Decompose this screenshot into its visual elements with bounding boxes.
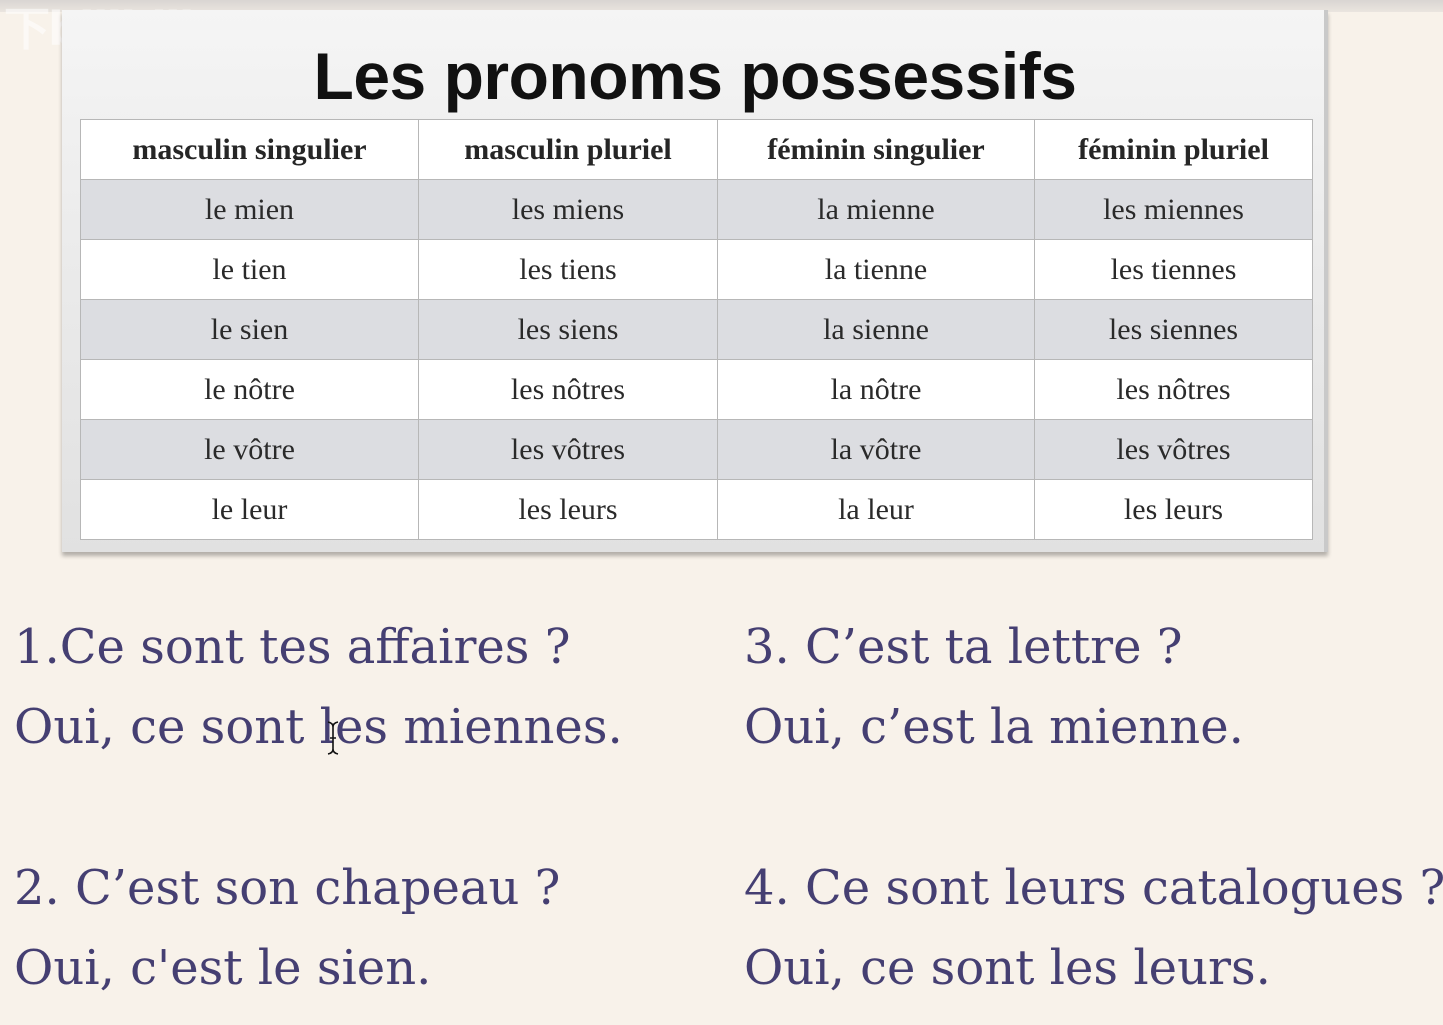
exercise-question: 4. Ce sont leurs catalogues ? [744, 860, 1443, 916]
exercise-answer: Oui, ce sont les leurs. [744, 940, 1271, 996]
exercise-question: 2. C’est son chapeau ? [14, 860, 561, 916]
header-feminin-pluriel: féminin pluriel [1034, 119, 1313, 180]
table-cell: les nôtres [418, 359, 718, 420]
table-cell: les nôtres [1034, 359, 1313, 420]
table-cell: les siens [418, 299, 718, 360]
table-cell: les miennes [1034, 179, 1313, 240]
exercise-3: 3. C’est ta lettre ? Oui, c’est la mienn… [744, 617, 1244, 757]
table-cell: les leurs [1034, 479, 1313, 540]
table-cell: les leurs [418, 479, 718, 540]
table-header-row: masculin singulier masculin pluriel fémi… [80, 119, 1313, 180]
slide-panel: Les pronoms possessifs masculin singulie… [62, 10, 1328, 552]
table-row: le vôtre les vôtres la vôtre les vôtres [80, 419, 1313, 480]
table-cell: la sienne [717, 299, 1035, 360]
table-cell: les tiennes [1034, 239, 1313, 300]
table-row: le leur les leurs la leur les leurs [80, 479, 1313, 540]
exercise-answer: Oui, c’est la mienne. [744, 699, 1244, 755]
table-cell: les miens [418, 179, 718, 240]
table-cell: la leur [717, 479, 1035, 540]
exercise-question: 1.Ce sont tes affaires ? [14, 619, 571, 675]
table-cell: la tienne [717, 239, 1035, 300]
exercise-answer: Oui, ce sont les miennes. [14, 699, 623, 755]
exercise-answer: Oui, c'est le sien. [14, 940, 432, 996]
header-feminin-singulier: féminin singulier [717, 119, 1035, 180]
table-cell: les vôtres [418, 419, 718, 480]
exercise-question: 3. C’est ta lettre ? [744, 619, 1183, 675]
table-cell: le sien [80, 299, 419, 360]
table-cell: le tien [80, 239, 419, 300]
exercise-4: 4. Ce sont leurs catalogues ? Oui, ce so… [744, 858, 1443, 998]
exercise-2: 2. C’est son chapeau ? Oui, c'est le sie… [14, 858, 560, 998]
table-cell: le vôtre [80, 419, 419, 480]
header-masculin-singulier: masculin singulier [80, 119, 419, 180]
text-cursor-icon [327, 721, 339, 755]
table-cell: le nôtre [80, 359, 419, 420]
table-cell: la vôtre [717, 419, 1035, 480]
header-masculin-pluriel: masculin pluriel [418, 119, 718, 180]
table-cell: les siennes [1034, 299, 1313, 360]
table-cell: la nôtre [717, 359, 1035, 420]
table-row: le tien les tiens la tienne les tiennes [80, 239, 1313, 300]
table-cell: le mien [80, 179, 419, 240]
table-cell: les vôtres [1034, 419, 1313, 480]
table-cell: la mienne [717, 179, 1035, 240]
table-row: le nôtre les nôtres la nôtre les nôtres [80, 359, 1313, 420]
exercise-1: 1.Ce sont tes affaires ? Oui, ce sont le… [14, 617, 623, 757]
slide-title: Les pronoms possessifs [313, 39, 1077, 113]
table-cell: le leur [80, 479, 419, 540]
table-row: le mien les miens la mienne les miennes [80, 179, 1313, 240]
possessive-pronoun-table: masculin singulier masculin pluriel fémi… [80, 119, 1313, 540]
table-row: le sien les siens la sienne les siennes [80, 299, 1313, 360]
table-cell: les tiens [418, 239, 718, 300]
